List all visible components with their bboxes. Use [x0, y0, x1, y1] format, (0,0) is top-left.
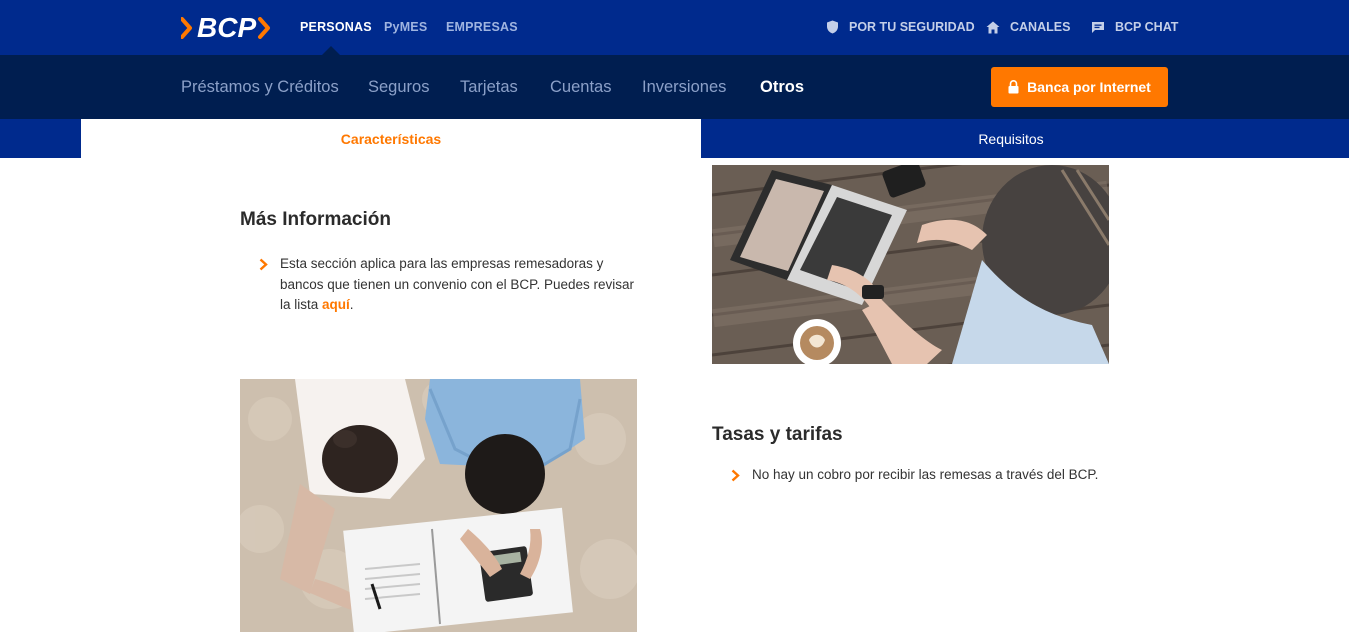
- tab-characteristics[interactable]: Características: [81, 119, 701, 158]
- nav-item-inversiones[interactable]: Inversiones: [642, 78, 726, 97]
- security-link-label: POR TU SEGURIDAD: [849, 20, 975, 34]
- tab-requirements[interactable]: Requisitos: [701, 119, 1321, 158]
- channels-link-label: CANALES: [1010, 20, 1071, 34]
- rates-text: No hay un cobro por recibir las remesas …: [752, 467, 1099, 482]
- chat-link[interactable]: BCP CHAT: [1091, 20, 1178, 34]
- channels-link[interactable]: CANALES: [986, 20, 1070, 34]
- rates-title: Tasas y tarifas: [712, 424, 843, 445]
- chat-icon: [1092, 21, 1104, 33]
- active-segment-caret: [322, 46, 340, 55]
- nav-item-prestamos[interactable]: Préstamos y Créditos: [181, 78, 339, 97]
- nav-item-tarjetas[interactable]: Tarjetas: [460, 78, 518, 97]
- rates-item: No hay un cobro por recibir las remesas …: [731, 465, 1107, 486]
- nav-item-otros[interactable]: Otros: [760, 78, 804, 97]
- laptop-table-photo: [712, 165, 1109, 364]
- segment-empresas[interactable]: EMPRESAS: [446, 20, 518, 34]
- more-info-item: Esta sección aplica para las empresas re…: [259, 254, 640, 316]
- security-link[interactable]: POR TU SEGURIDAD: [826, 20, 975, 34]
- more-info-title: Más Información: [240, 209, 391, 230]
- bcp-logo[interactable]: BCP: [181, 12, 272, 44]
- nav-item-cuentas[interactable]: Cuentas: [550, 78, 611, 97]
- chat-link-label: BCP CHAT: [1115, 20, 1179, 34]
- main-nav: Préstamos y Créditos Seguros Tarjetas Cu…: [0, 55, 1349, 119]
- shield-icon: [827, 20, 838, 34]
- online-banking-button[interactable]: Banca por Internet: [991, 67, 1168, 107]
- home-icon: [986, 21, 1000, 33]
- couple-calculator-photo: [240, 379, 637, 632]
- list-link[interactable]: aquí: [322, 297, 350, 312]
- online-banking-label: Banca por Internet: [1027, 79, 1151, 95]
- logo-chevron-right-icon: [258, 17, 271, 39]
- top-bar: BCP PERSONAS PyMES EMPRESAS POR TU SEGUR…: [0, 0, 1349, 55]
- segment-personas[interactable]: PERSONAS: [300, 20, 372, 34]
- chevron-right-icon: [259, 258, 268, 271]
- lock-icon: [1008, 80, 1019, 94]
- logo-text: BCP: [197, 12, 257, 43]
- nav-item-seguros[interactable]: Seguros: [368, 78, 429, 97]
- chevron-right-icon: [731, 469, 740, 482]
- logo-chevron-left-icon: [181, 17, 192, 39]
- more-info-text-end: .: [349, 297, 354, 312]
- segment-pymes[interactable]: PyMES: [384, 20, 427, 34]
